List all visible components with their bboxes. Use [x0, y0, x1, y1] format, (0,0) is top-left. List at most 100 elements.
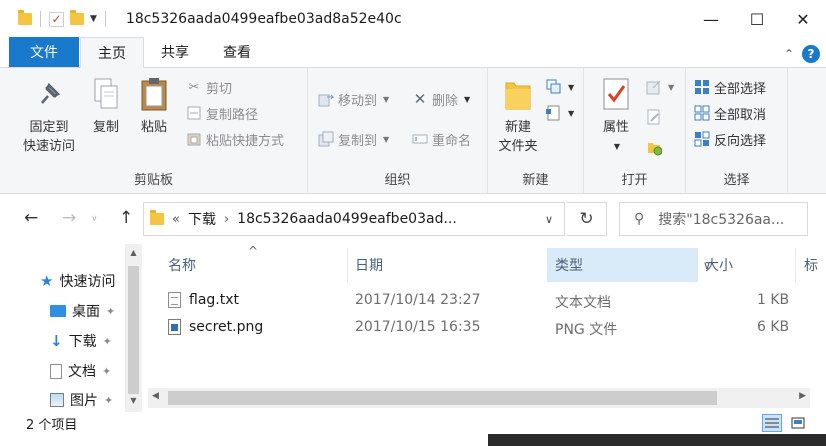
scroll-right-icon[interactable]: ▶ [799, 391, 806, 401]
nav-item-pictures[interactable]: 图片 ✦ [50, 387, 113, 412]
refresh-icon: ↻ [579, 209, 594, 229]
column-header-date[interactable]: 日期 [355, 248, 545, 282]
tab-file[interactable]: 文件 [9, 37, 79, 67]
copy-path-button[interactable]: 复制路径 [186, 102, 258, 124]
column-divider[interactable] [795, 248, 796, 282]
help-icon[interactable]: ? [802, 45, 820, 63]
horizontal-scrollbar[interactable]: ◀ ▶ [148, 388, 810, 408]
move-to-icon [318, 91, 334, 107]
nav-item-label: 快速访问 [59, 274, 116, 290]
horizontal-scroll-thumb[interactable] [168, 391, 717, 405]
breadcrumb-separator-icon[interactable]: › [224, 212, 229, 227]
column-header-extra[interactable]: 标 [804, 248, 826, 282]
copy-button[interactable]: 复制 [86, 76, 126, 137]
breadcrumb-current-folder[interactable]: 18c5326aada0499eafbe03ad... [237, 211, 457, 227]
large-icons-view-icon [791, 417, 805, 429]
column-divider[interactable] [697, 248, 698, 282]
open-button[interactable]: ▼ [646, 76, 674, 98]
organize-group-label: 组织 [384, 173, 411, 188]
nav-item-downloads[interactable]: ↓ 下载 ✦ [50, 328, 112, 354]
close-button[interactable]: ✕ [780, 0, 826, 38]
image-file-icon [168, 319, 181, 335]
title-bar: ✓ ▼ 18c5326aada0499eafbe03ad8a52e40c — ☐… [0, 0, 826, 38]
search-input[interactable]: ⚲ 搜索"18c5326aa... [619, 202, 808, 236]
refresh-button[interactable]: ↻ [567, 202, 607, 236]
nav-item-quick-access[interactable]: ★ 快速访问 [40, 268, 115, 294]
address-bar[interactable]: « 下载 › 18c5326aada0499eafbe03ad... [143, 202, 565, 236]
column-header-type[interactable]: 类型 ∨ [547, 248, 711, 282]
select-none-button[interactable]: 全部取消 [694, 102, 766, 124]
history-button[interactable] [646, 136, 662, 158]
item-count: 2 个项目 [26, 417, 78, 433]
column-divider[interactable] [347, 248, 348, 282]
table-row[interactable]: secret.png 2017/10/15 16:35 PNG 文件 6 KB [142, 314, 826, 341]
quick-access-toolbar: ✓ ▼ [0, 0, 108, 38]
column-header-size[interactable]: 大小 [705, 248, 795, 282]
delete-button[interactable]: ✕ 删除 ▼ [412, 88, 470, 110]
up-arrow-icon[interactable]: ↑ [119, 208, 133, 228]
minimize-button[interactable]: — [688, 0, 734, 38]
details-view-button[interactable] [762, 414, 782, 432]
breadcrumb-downloads[interactable]: 下载 [188, 209, 216, 229]
scroll-left-icon[interactable]: ◀ [152, 391, 159, 401]
search-placeholder: 搜索"18c5326aa... [658, 212, 785, 228]
file-date: 2017/10/14 23:27 [355, 292, 481, 308]
properties-button[interactable]: 属性 ▼ [592, 76, 640, 156]
file-type: PNG 文件 [555, 322, 618, 338]
maximize-button[interactable]: ☐ [734, 0, 780, 38]
select-all-label: 全部选择 [714, 81, 767, 97]
move-to-button[interactable]: 移动到 ▼ [318, 88, 389, 110]
tab-home[interactable]: 主页 [80, 37, 144, 68]
open-group: 属性 ▼ ▼ 打开 [584, 68, 686, 194]
nav-item-label: 文档 [68, 364, 96, 380]
new-item-icon [546, 79, 562, 95]
invert-selection-icon [694, 131, 710, 147]
new-folder-icon [501, 76, 535, 112]
table-row[interactable]: flag.txt 2017/10/14 23:27 文本文档 1 KB [142, 287, 826, 314]
nav-scrollbar[interactable]: ▲ ▼ [125, 244, 142, 412]
folder-icon[interactable] [18, 10, 32, 25]
nav-scroll-thumb[interactable] [128, 266, 139, 394]
new-folder-quick-icon[interactable] [70, 10, 84, 25]
clipboard-group: 固定到 快速访问 复制 粘贴 ✂ 剪切 复制路径 粘贴快捷方式 剪贴板 [0, 68, 308, 194]
easy-access-button[interactable]: ▼ [546, 102, 574, 124]
scroll-up-icon[interactable]: ▲ [125, 248, 142, 257]
file-date: 2017/10/15 16:35 [355, 319, 481, 335]
tab-share[interactable]: 共享 [144, 37, 206, 67]
download-icon: ↓ [50, 332, 63, 350]
column-header-name[interactable]: 名称 [168, 248, 348, 282]
recent-locations-chevron-icon[interactable]: ∨ [91, 214, 98, 224]
rename-icon [412, 131, 428, 147]
pin-to-quick-access-button[interactable]: 固定到 快速访问 [16, 76, 82, 156]
pin-icon: ✦ [102, 364, 112, 378]
invert-selection-button[interactable]: 反向选择 [694, 128, 766, 150]
address-dropdown-chevron-icon[interactable]: ∨ [536, 206, 562, 232]
paste-shortcut-label: 粘贴快捷方式 [206, 133, 285, 149]
copy-path-icon [186, 105, 202, 121]
collapse-ribbon-icon[interactable]: ⌃ [784, 47, 794, 61]
scroll-down-icon[interactable]: ▼ [125, 396, 142, 405]
paste-button[interactable]: 粘贴 [134, 76, 174, 137]
cut-button[interactable]: ✂ 剪切 [186, 76, 232, 98]
breadcrumb-overflow[interactable]: « [172, 212, 180, 227]
customize-toolbar-chevron-icon[interactable]: ▼ [90, 14, 97, 24]
back-arrow-icon[interactable]: ← [24, 208, 38, 228]
nav-item-documents[interactable]: 文档 ✦ [50, 358, 111, 384]
rename-button[interactable]: 重命名 [412, 128, 471, 150]
new-folder-button[interactable]: 新建 文件夹 [494, 76, 542, 156]
new-item-button[interactable]: ▼ [546, 76, 574, 98]
nav-item-label: 图片 [70, 393, 98, 409]
tab-view[interactable]: 查看 [206, 37, 268, 67]
paste-shortcut-button[interactable]: 粘贴快捷方式 [186, 128, 284, 150]
nav-item-desktop[interactable]: 桌面 ✦ [50, 298, 115, 324]
properties-check-icon[interactable]: ✓ [49, 11, 64, 27]
large-icons-view-button[interactable] [788, 414, 808, 432]
forward-arrow-icon[interactable]: → [62, 208, 76, 228]
window-title: 18c5326aada0499eafbe03ad8a52e40c [125, 11, 402, 27]
copy-icon [89, 76, 123, 112]
copy-to-button[interactable]: 复制到 ▼ [318, 128, 389, 150]
move-to-dropdown-icon: ▼ [383, 94, 390, 104]
background-window [488, 434, 826, 446]
edit-button[interactable] [646, 106, 662, 128]
select-all-button[interactable]: 全部选择 [694, 76, 766, 98]
